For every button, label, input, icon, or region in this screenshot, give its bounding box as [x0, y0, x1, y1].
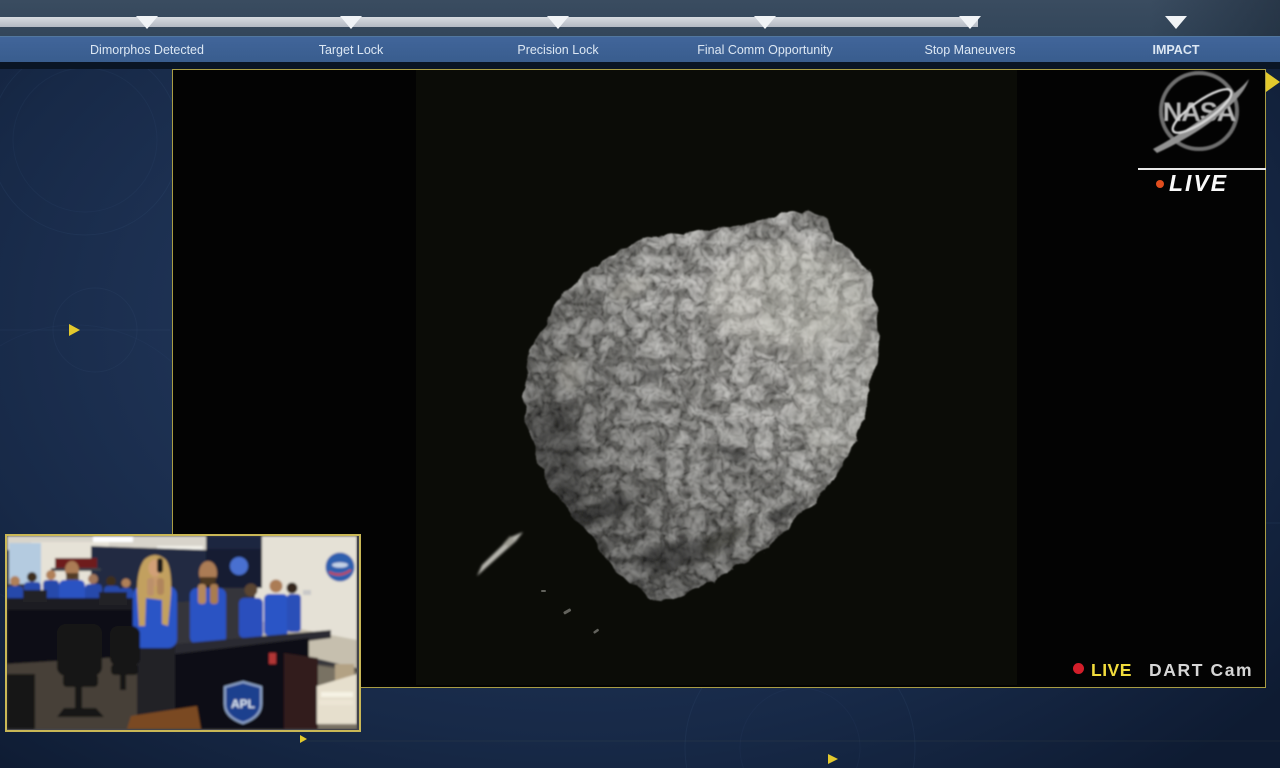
- svg-text:APL: APL: [231, 697, 255, 711]
